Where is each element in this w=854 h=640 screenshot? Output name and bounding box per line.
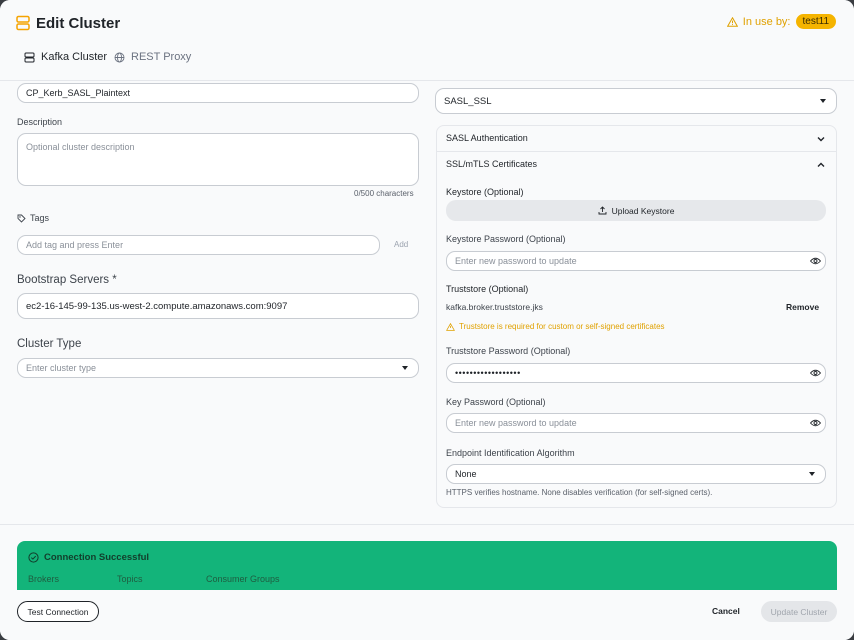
server-icon (24, 52, 35, 62)
chevron-up-icon[interactable] (816, 160, 826, 170)
check-circle-icon (28, 552, 39, 563)
ssl-header[interactable]: SSL/mTLS Certificates (446, 159, 537, 169)
tab-label: REST Proxy (131, 51, 192, 63)
description-textarea[interactable]: Optional cluster description (17, 133, 419, 186)
in-use-indicator: In use by: test11 (726, 14, 836, 29)
eye-icon[interactable] (810, 419, 821, 427)
warning-icon (446, 322, 455, 331)
description-placeholder: Optional cluster description (26, 142, 135, 152)
keystore-password-placeholder: Enter new password to update (455, 256, 577, 266)
key-password-placeholder: Enter new password to update (455, 418, 577, 428)
section-divider (437, 151, 836, 152)
test-connection-button[interactable]: Test Connection (17, 601, 99, 622)
cluster-type-placeholder: Enter cluster type (26, 363, 97, 373)
add-tag-button[interactable]: Add (394, 240, 408, 249)
tab-consumer-groups[interactable]: Consumer Groups (206, 574, 280, 584)
endpoint-value: None (455, 469, 477, 479)
truststore-warning-text: Truststore is required for custom or sel… (459, 322, 665, 331)
tab-topics[interactable]: Topics (117, 574, 143, 584)
bootstrap-servers-input[interactable]: ec2-16-145-99-135.us-west-2.compute.amaz… (17, 293, 419, 319)
cluster-type-label: Cluster Type (17, 338, 82, 350)
tags-placeholder: Add tag and press Enter (26, 240, 124, 250)
char-count: 0/500 characters (354, 189, 414, 198)
tags-input[interactable]: Add tag and press Enter (17, 235, 380, 255)
header-divider (0, 80, 854, 81)
tab-label: Kafka Cluster (41, 51, 108, 63)
upload-keystore-label: Upload Keystore (611, 205, 675, 216)
endpoint-label: Endpoint Identification Algorithm (446, 448, 575, 458)
tags-label: Tags (30, 213, 50, 223)
chevron-down-icon (402, 366, 408, 370)
edit-cluster-modal: Edit Cluster In use by: test11 Kafka Clu… (0, 0, 854, 640)
truststore-filename: kafka.broker.truststore.jks (446, 302, 543, 312)
eye-icon[interactable] (810, 369, 821, 377)
modal-header: Edit Cluster In use by: test11 Kafka Clu… (0, 0, 854, 80)
cluster-name-input[interactable]: CP_Kerb_SASL_Plaintext (17, 83, 419, 103)
truststore-password-input[interactable]: •••••••••••••••••• (446, 363, 826, 383)
tab-kafka-cluster[interactable]: Kafka Cluster (24, 51, 107, 63)
chevron-down-icon (809, 472, 815, 476)
content-divider (0, 524, 854, 525)
sasl-auth-header[interactable]: SASL Authentication (446, 133, 528, 143)
in-use-badge[interactable]: test11 (795, 14, 836, 29)
remove-truststore-button[interactable]: Remove (786, 302, 819, 312)
truststore-password-label: Truststore Password (Optional) (446, 346, 571, 356)
upload-icon (598, 206, 607, 215)
key-password-input[interactable]: Enter new password to update (446, 413, 826, 433)
tag-icon (17, 214, 26, 223)
description-label: Description (17, 117, 63, 127)
cluster-type-select[interactable]: Enter cluster type (17, 358, 419, 378)
upload-keystore-button[interactable]: Upload Keystore (446, 200, 826, 221)
connection-success-title: Connection Successful (44, 552, 150, 563)
cancel-button[interactable]: Cancel (712, 606, 740, 616)
chevron-down-icon[interactable] (816, 134, 826, 144)
tags-label-row: Tags (17, 213, 49, 223)
in-use-label: In use by: (742, 15, 791, 28)
tab-brokers[interactable]: Brokers (28, 574, 59, 584)
keystore-password-input[interactable]: Enter new password to update (446, 251, 826, 271)
server-icon (16, 15, 30, 31)
keystore-password-label: Keystore Password (Optional) (446, 234, 566, 244)
tab-rest-proxy[interactable]: REST Proxy (114, 51, 191, 63)
security-protocol-select[interactable]: SASL_SSL (435, 88, 837, 114)
key-password-label: Key Password (Optional) (446, 397, 546, 407)
globe-icon (114, 52, 125, 62)
warning-icon (726, 16, 738, 27)
modal-title: Edit Cluster (36, 15, 121, 32)
endpoint-algorithm-select[interactable]: None (446, 464, 826, 484)
chevron-down-icon (820, 99, 826, 103)
update-cluster-button[interactable]: Update Cluster (761, 601, 837, 622)
endpoint-help-text: HTTPS verifies hostname. None disables v… (446, 488, 713, 497)
bootstrap-label: Bootstrap Servers * (17, 274, 117, 286)
truststore-warning: Truststore is required for custom or sel… (446, 322, 665, 331)
truststore-label: Truststore (Optional) (446, 284, 529, 294)
eye-icon[interactable] (810, 257, 821, 265)
keystore-label: Keystore (Optional) (446, 187, 524, 197)
security-protocol-value: SASL_SSL (444, 95, 492, 107)
